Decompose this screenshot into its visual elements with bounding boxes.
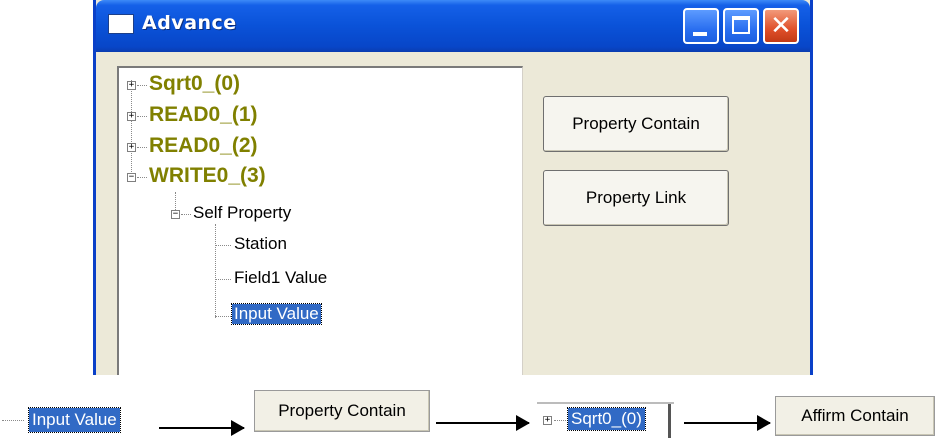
tree-connector [215,245,231,246]
tree-item-read0-1[interactable]: READ0_(1) [149,103,258,127]
tree-item-field1-value[interactable]: Field1 Value [234,268,327,288]
text-cursor [668,404,671,438]
window-title: Advance [142,12,237,34]
close-button[interactable]: ✕ [763,8,799,44]
tree-connector [137,177,147,178]
tree-connector [181,214,191,215]
minimize-icon [693,32,707,36]
collapse-icon[interactable]: − [171,210,180,219]
tree-item-self-property[interactable]: Self Property [193,203,291,223]
tree-connector [137,147,147,148]
property-link-button[interactable]: Property Link [543,170,729,226]
tree-item-write0-3[interactable]: WRITE0_(3) [149,164,266,188]
expand-icon[interactable]: + [127,143,136,152]
property-tree[interactable]: + Sqrt0_(0) + READ0_(1) + READ0_(2) − WR… [117,66,523,375]
tree-connector [215,316,231,317]
tree-connector [137,116,147,117]
close-icon: ✕ [770,11,792,41]
arrow-right-icon [436,415,530,431]
tree-connector [137,85,147,86]
tree-connector [215,279,231,280]
expand-icon[interactable]: + [127,112,136,121]
flow-sqrt0-item: Sqrt0_(0) [567,407,646,431]
property-contain-button[interactable]: Property Contain [543,96,729,152]
flow-property-contain-button[interactable]: Property Contain [254,390,430,432]
maximize-icon [732,16,750,34]
tree-item-input-value[interactable]: Input Value [231,303,322,325]
expand-icon: + [543,415,552,425]
tree-item-sqrt0[interactable]: Sqrt0_(0) [149,72,240,96]
tree-item-read0-2[interactable]: READ0_(2) [149,134,258,158]
arrow-right-icon [684,415,771,431]
tree-connector [2,420,24,421]
arrow-right-icon [159,420,245,436]
tree-connector [554,420,566,421]
title-bar[interactable]: Advance ✕ [96,0,810,52]
advance-window: Advance ✕ + Sqrt0_(0) + READ0_(1) + READ… [93,0,813,375]
expand-icon[interactable]: + [127,81,136,90]
tree-root-line [131,80,132,176]
affirm-contain-button[interactable]: Affirm Contain [775,396,935,436]
window-icon [108,14,134,34]
tree-child-line [215,224,216,318]
minimize-button[interactable] [683,8,719,44]
flow-input-value: Input Value [28,407,121,433]
maximize-button[interactable] [723,8,759,44]
collapse-icon[interactable]: − [127,173,136,182]
tree-item-station[interactable]: Station [234,234,287,254]
